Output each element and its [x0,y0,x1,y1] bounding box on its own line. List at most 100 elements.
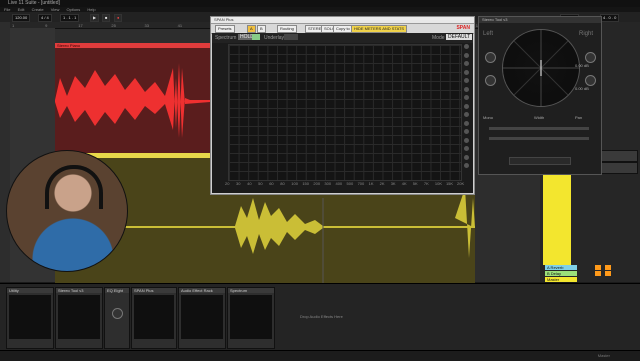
freq-tick-label: 100 [291,181,298,186]
device-display [134,295,174,339]
stereo-tool-window: Stereo Tool v3 Left Right 0.00 dB 0.00 d… [478,16,602,175]
span-plugin-window: SPAN Plus Presets A B Routing STEREO SOL… [210,16,475,195]
input-knob[interactable] [485,52,496,63]
underlay-label: Underlay [264,35,285,41]
freq-tick-label: 200 [313,181,321,186]
loop-length-field[interactable]: 4 . 0 . 0 [600,14,620,22]
freq-tick-label: 700 [357,181,365,186]
width-slider[interactable] [489,127,589,130]
device-display [230,295,272,339]
device-title: SPAN Plus [132,288,176,293]
freq-tick-label: 80 [280,181,285,186]
position-field[interactable]: 1 . 1 . 1 [60,14,80,22]
pan-label: Pan [575,115,583,120]
device-title: Utility [7,288,53,293]
correlation-meter [509,157,571,165]
mono-label: Mono [483,115,494,120]
device-spectrum[interactable]: Spectrum [227,287,275,349]
master-track[interactable]: Master [545,277,577,282]
return-track-a[interactable]: A Reverb [545,265,577,270]
copy-to-button[interactable]: Copy to [333,25,353,33]
ruler-mark-label: 25 [111,23,116,28]
device-rack[interactable]: Audio Effect Rack [178,287,226,349]
freq-tick-label: 7K [423,181,429,186]
freq-tick-label: 20 [225,181,230,186]
drop-zone-hint[interactable]: Drop Audio Effects Here [300,314,343,319]
device-stereo-tool[interactable]: Stereo Tool v3 [55,287,103,349]
clip-stereo-piano[interactable]: Stereo Piano [55,43,210,153]
window-title: Live 11 Suite - [untitled] [8,0,60,6]
ruler-mark-label: 17 [78,23,83,28]
output-knob[interactable] [585,52,596,63]
freq-tick-label: 10K [434,181,443,186]
track-solo-b[interactable] [605,271,611,276]
track-activator-a[interactable] [595,265,601,270]
freq-tick-label: 2K [379,181,385,186]
spectrum-side-controls[interactable] [464,44,470,179]
record-button[interactable]: ● [114,14,123,22]
device-title: Stereo Tool v3 [56,288,102,293]
routing-button[interactable]: Routing [277,25,297,33]
tempo-field[interactable]: 120.00 [12,14,31,22]
width-label: Width [534,115,545,120]
freq-tick-label: 60 [269,181,274,186]
device-display [181,295,223,339]
device-title: Spectrum [228,288,274,293]
device-display [9,295,51,339]
balance-knob[interactable] [485,75,496,86]
time-signature-field[interactable]: 4 / 4 [38,14,52,22]
scope-lines [503,30,579,106]
play-button[interactable]: ▶ [90,14,100,22]
right-label: Right [579,31,594,37]
presets-button[interactable]: Presets [215,25,235,33]
webcam-overlay [6,150,128,272]
device-utility[interactable]: Utility [6,287,54,349]
device-display [58,295,100,339]
readout-2: 0.00 dB [575,86,589,91]
preset-a-button[interactable]: A [247,25,256,33]
left-label: Left [483,31,494,37]
return-track-b[interactable]: B Delay [545,271,577,276]
window-title-bar: Live 11 Suite - [untitled] [0,0,640,7]
headphones [45,165,103,209]
gain-knob[interactable] [112,308,123,319]
mode-select[interactable]: DEFAULT [446,34,473,40]
freq-tick-label: 400 [335,181,343,186]
preset-b-button[interactable]: B [257,25,266,33]
stereo-scope [502,29,580,107]
device-span[interactable]: SPAN Plus [131,287,177,349]
plugin-window-title: SPAN Plus [211,17,474,24]
pan-slider[interactable] [489,137,589,140]
track-solo-a[interactable] [605,265,611,270]
freq-tick-label: 150 [302,181,310,186]
mode-label: Mode [432,35,445,41]
stop-button[interactable]: ■ [102,14,111,22]
device-eq[interactable]: EQ Eight [104,287,130,349]
span-logo: SPAN [456,25,470,31]
freq-tick-label: 500 [346,181,354,186]
freq-tick-label: 15K [445,181,454,186]
freq-tick-label: 5K [412,181,418,186]
device-title: EQ Eight [105,288,129,293]
rotation-knob[interactable] [585,75,596,86]
spectrum-grid [228,44,462,181]
freq-tick-label: 300 [324,181,332,186]
freq-tick-label: 50 [258,181,263,186]
device-title: Audio Effect Rack [179,288,225,293]
hide-meters-button[interactable]: HIDE METERS AND STATS [351,25,408,33]
hold-indicator [252,34,260,40]
track-activator-b[interactable] [595,271,601,276]
spectrum-display: Spectrum HOLD Underlay Mode DEFAULT 20 30… [212,33,473,193]
waveform-red [55,63,210,138]
freq-tick-label: 40 [247,181,252,186]
freq-tick-label: 4K [401,181,407,186]
spectrum-header: Spectrum HOLD Underlay Mode DEFAULT [212,33,473,43]
stereo-window-title: Stereo Tool v3 [479,17,601,23]
device-chain: Utility Stereo Tool v3 EQ Eight SPAN Plu… [0,283,640,351]
freq-tick-label: 1K [368,181,374,186]
underlay-select[interactable] [284,34,298,40]
ruler-mark-label: 41 [178,23,183,28]
frequency-axis: 20 30 40 50 60 80 100 150 200 300 400 500 700 1K 2K 3K 4… [225,181,464,189]
status-bar: Master [0,350,640,361]
master-meter-strip [543,170,571,265]
